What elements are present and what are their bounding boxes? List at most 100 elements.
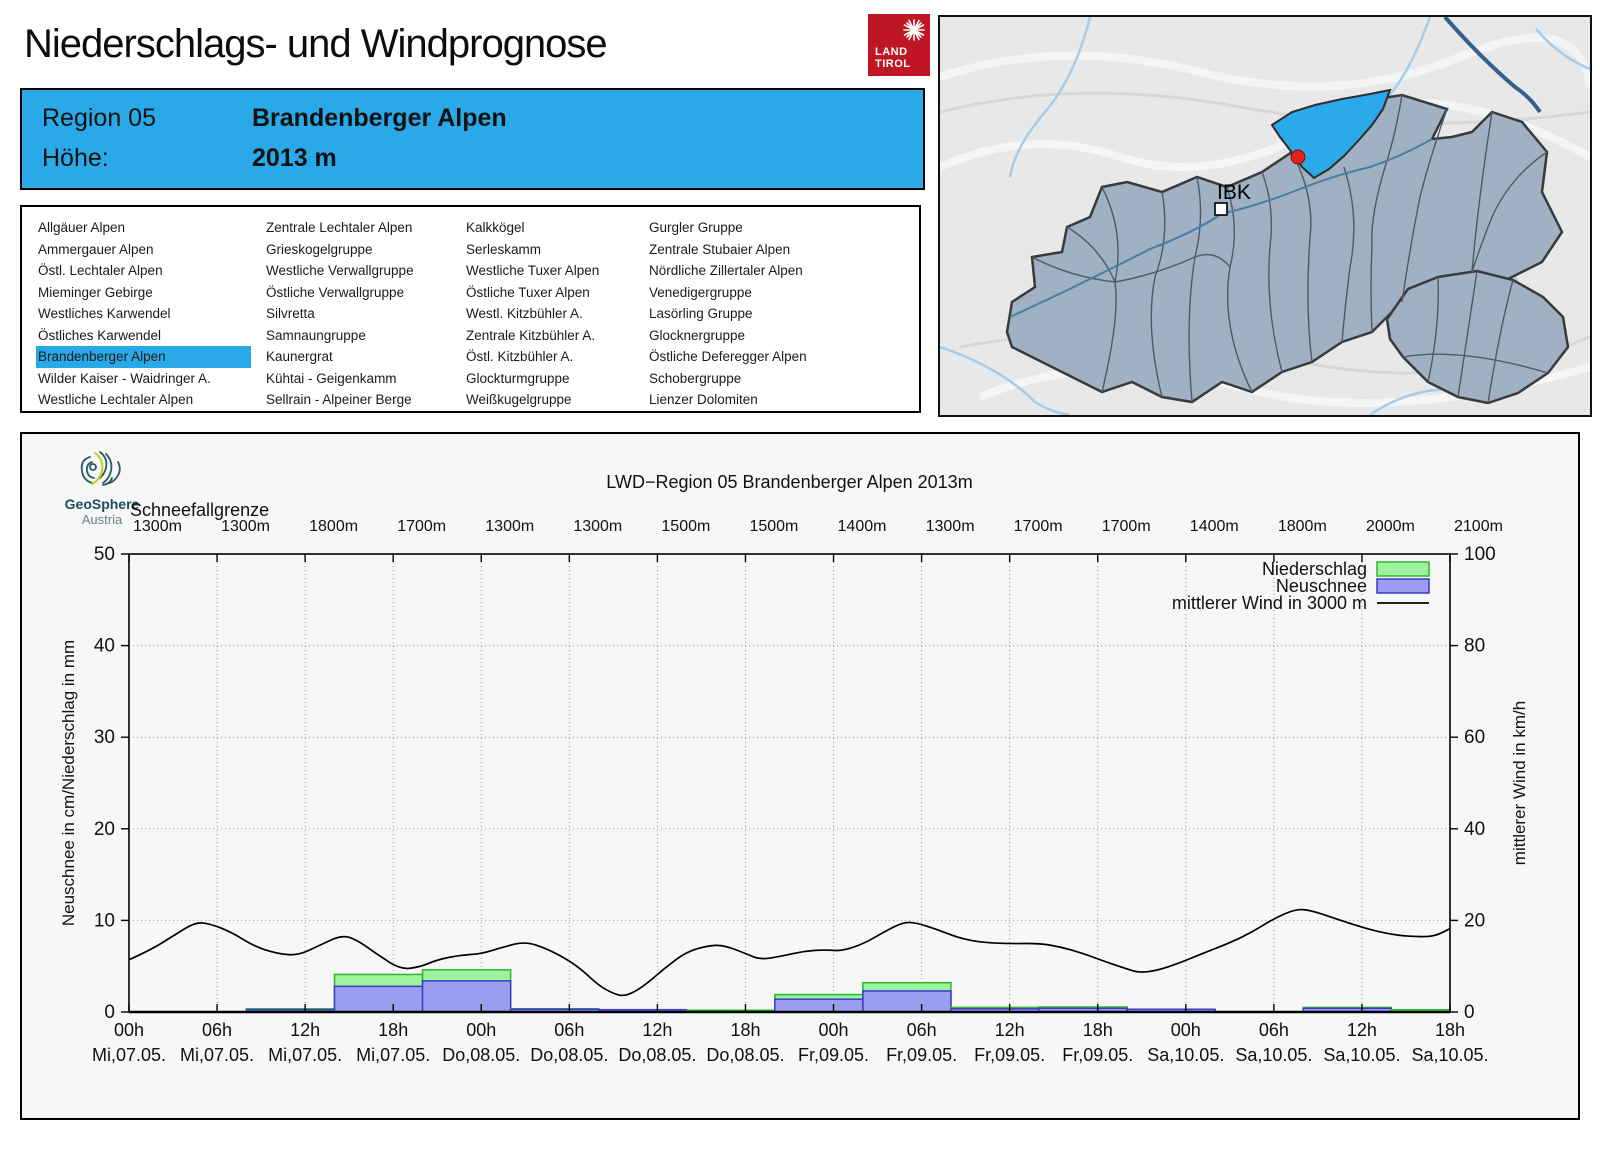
y-right-tick-label: 60 [1464, 727, 1485, 748]
snowline-value: 1300m [573, 518, 622, 535]
x-tick-date-label: Do,08.05. [530, 1045, 608, 1065]
x-tick-date-label: Sa,10.05. [1323, 1045, 1400, 1065]
legend-swatch-niederschlag [1376, 561, 1430, 577]
x-tick-hour-label: 18h [730, 1020, 760, 1040]
region-list-item[interactable]: Kaunergrat [264, 346, 464, 368]
wind-line [128, 908, 1451, 997]
region-list-item[interactable]: Westliche Verwallgruppe [264, 260, 464, 282]
region-list-item[interactable]: Östl. Kitzbühler A. [464, 346, 647, 368]
region-list-item[interactable]: Glocknergruppe [647, 325, 909, 347]
region-list-item[interactable]: Westliches Karwendel [36, 303, 264, 325]
snowline-value: 1800m [1278, 518, 1327, 535]
region-list-item[interactable]: Grieskogelgruppe [264, 239, 464, 261]
x-tick-hour-label: 06h [907, 1020, 937, 1040]
region-list-item[interactable]: Weißkugelgruppe [464, 389, 647, 411]
legend-swatch-neuschnee [1376, 578, 1430, 594]
region-list-item[interactable]: Zentrale Kitzbühler A. [464, 325, 647, 347]
region-list-item[interactable]: Lasörling Gruppe [647, 303, 909, 325]
x-tick-hour-label: 12h [290, 1020, 320, 1040]
region-list-item[interactable]: Venedigergruppe [647, 282, 909, 304]
y-right-tick-label: 20 [1464, 910, 1485, 931]
x-tick-date-label: Fr,09.05. [974, 1045, 1045, 1065]
snowline-value: 1400m [838, 518, 887, 535]
x-tick-date-label: Do,08.05. [442, 1045, 520, 1065]
region-list-column: Kalkkögel Serleskamm Westliche Tuxer Alpen… [464, 217, 647, 411]
bar-neuschnee [421, 980, 512, 1013]
x-tick-date-label: Mi,07.05. [92, 1045, 166, 1065]
region-info-box: Region 05 Brandenberger Alpen Höhe: 2013… [20, 88, 925, 190]
region-list-item[interactable]: Kalkkögel [464, 217, 647, 239]
region-list-item[interactable]: Mieminger Gebirge [36, 282, 264, 304]
region-list-item-selected[interactable]: Brandenberger Alpen [36, 346, 251, 368]
y-left-tick-label: 10 [94, 910, 115, 931]
x-tick-hour-label: 00h [1171, 1020, 1201, 1040]
y-right-tick-label: 100 [1464, 544, 1496, 565]
x-tick-date-label: Do,08.05. [706, 1045, 784, 1065]
region-list-item[interactable]: Westl. Kitzbühler A. [464, 303, 647, 325]
map-ibk-label: IBK [1217, 181, 1251, 204]
x-tick-hour-label: 06h [202, 1020, 232, 1040]
snowline-value: 1500m [661, 518, 710, 535]
region-list-item[interactable]: Allgäuer Alpen [36, 217, 264, 239]
forecast-chart: 00h Mi,07.05. 06h Mi,07.05. 12h Mi,07.05. 18h M… [59, 472, 1529, 1065]
region-number-label: Region 05 [42, 104, 156, 132]
region-list-item[interactable]: Östliches Karwendel [36, 325, 264, 347]
x-tick-hour-label: 18h [378, 1020, 408, 1040]
region-list-item[interactable]: Zentrale Lechtaler Alpen [264, 217, 464, 239]
region-list-item[interactable]: Zentrale Stubaier Alpen [647, 239, 909, 261]
snowline-value: 1700m [397, 518, 446, 535]
region-list-item[interactable]: Lienzer Dolomiten [647, 389, 909, 411]
map-location-dot [1290, 149, 1306, 165]
land-tirol-logo-line1: LAND [875, 46, 908, 58]
y-right-axis-title: mittlerer Wind in km/h [1510, 701, 1529, 865]
region-list-item[interactable]: Gurgler Gruppe [647, 217, 909, 239]
region-list-item[interactable]: Sellrain - Alpeiner Berge [264, 389, 464, 411]
region-list-item[interactable]: Westliche Tuxer Alpen [464, 260, 647, 282]
region-list-item[interactable]: Ammergauer Alpen [36, 239, 264, 261]
y-right-tick-label: 40 [1464, 819, 1485, 840]
plot-frame [128, 553, 1451, 1013]
region-list-item[interactable]: Schobergruppe [647, 368, 909, 390]
x-tick-hour-label: 00h [466, 1020, 496, 1040]
y-left-tick-label: 50 [94, 544, 115, 565]
x-tick-date-label: Sa,10.05. [1235, 1045, 1312, 1065]
snowline-title: Schneefallgrenze [130, 500, 269, 520]
region-list-item[interactable]: Nördliche Zillertaler Alpen [647, 260, 909, 282]
land-tirol-logo-line2: TIROL [875, 58, 911, 70]
y-left-tick-label: 0 [104, 1002, 115, 1023]
x-tick-date-label: Mi,07.05. [268, 1045, 342, 1065]
snowline-value: 2100m [1454, 518, 1503, 535]
region-list-item[interactable]: Serleskamm [464, 239, 647, 261]
region-list-item[interactable]: Kühtai - Geigenkamm [264, 368, 464, 390]
region-list-column: Allgäuer Alpen Ammergauer Alpen Östl. Lech… [36, 217, 264, 411]
tirol-region-map[interactable]: IBK [938, 15, 1594, 417]
bar-neuschnee [333, 985, 424, 1013]
x-tick-date-label: Fr,09.05. [886, 1045, 957, 1065]
x-tick-hour-label: 18h [1083, 1020, 1113, 1040]
x-tick-hour-label: 06h [1259, 1020, 1289, 1040]
snowline-value: 2000m [1366, 518, 1415, 535]
forecast-chart-panel: GeoSphere Austria 00h Mi,07.05. 06h Mi,07.0… [20, 432, 1580, 1120]
snowline-value: 1700m [1102, 518, 1151, 535]
x-tick-date-label: Sa,10.05. [1411, 1045, 1488, 1065]
x-tick-hour-label: 12h [1347, 1020, 1377, 1040]
region-list-item[interactable]: Wilder Kaiser - Waidringer A. [36, 368, 264, 390]
region-list-item[interactable]: Östliche Verwallgruppe [264, 282, 464, 304]
legend-label-wind: mittlerer Wind in 3000 m [1172, 593, 1367, 613]
region-list-item[interactable]: Östl. Lechtaler Alpen [36, 260, 264, 282]
land-tirol-logo: LAND TIROL [868, 14, 930, 76]
x-tick-date-label: Sa,10.05. [1147, 1045, 1224, 1065]
region-name-value: Brandenberger Alpen [252, 104, 507, 132]
region-list-item[interactable]: Silvretta [264, 303, 464, 325]
y-left-axis-title: Neuschnee in cm/Niederschlag in mm [59, 640, 78, 926]
region-list-item[interactable]: Östliche Deferegger Alpen [647, 346, 909, 368]
region-list-item[interactable]: Glockturmgruppe [464, 368, 647, 390]
y-right-tick-label: 0 [1464, 1002, 1475, 1023]
map-ibk-marker [1214, 202, 1228, 216]
region-list-item[interactable]: Westliche Lechtaler Alpen [36, 389, 264, 411]
region-list-column: Zentrale Lechtaler Alpen Grieskogelgruppe… [264, 217, 464, 411]
x-tick-date-label: Fr,09.05. [1062, 1045, 1133, 1065]
region-list-item[interactable]: Östliche Tuxer Alpen [464, 282, 647, 304]
region-list-item[interactable]: Samnaungruppe [264, 325, 464, 347]
x-tick-hour-label: 06h [554, 1020, 584, 1040]
